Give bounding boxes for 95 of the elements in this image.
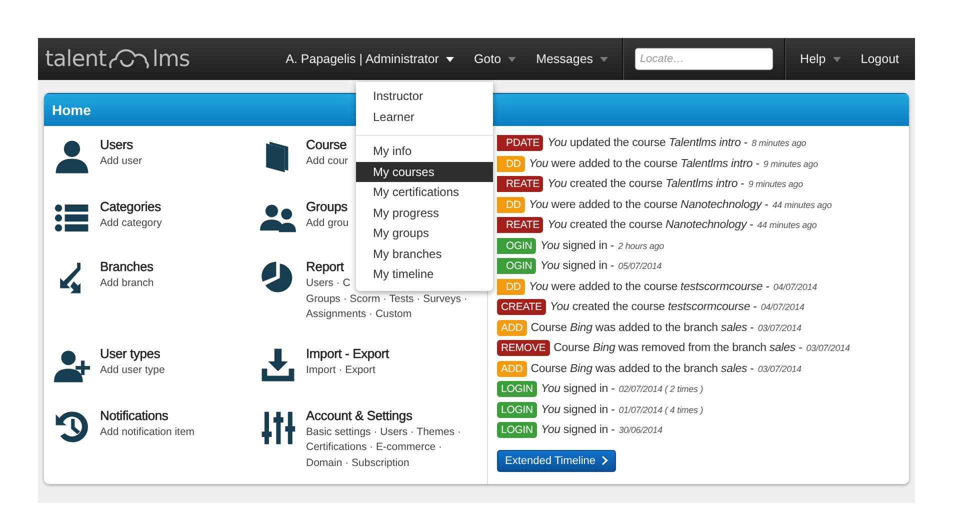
event-badge: REMOVE <box>497 340 550 356</box>
event-time: 04/07/2014 <box>773 282 817 292</box>
event-badge: PDATE <box>497 135 544 152</box>
event-time: 44 minutes ago <box>757 220 817 230</box>
module-title[interactable]: Account & Settings <box>306 406 462 424</box>
module-title[interactable]: Branches <box>100 258 154 276</box>
menu-link[interactable]: Goto <box>464 52 526 66</box>
logout-link[interactable]: Logout <box>850 52 915 66</box>
caret-icon <box>446 56 454 62</box>
event-time: 02/07/2014 ( 2 times ) <box>618 384 704 394</box>
module-links[interactable]: Basic settings · Users · Themes · <box>306 424 462 440</box>
event-text: You signed in - <box>540 260 614 272</box>
caret-icon <box>508 56 516 62</box>
caret-icon <box>832 56 841 62</box>
event-badge: REATE <box>497 176 544 192</box>
event-time: 05/07/2014 <box>618 261 662 272</box>
menu-item[interactable]: My certifications <box>356 182 493 202</box>
module-links[interactable]: Add notification item <box>100 424 195 440</box>
event-badge: ADD <box>497 320 527 336</box>
event-text: Course Bing was added to the branch sales - <box>530 322 754 334</box>
event-text: You created the course Talentlms intro - <box>547 178 744 190</box>
event-text: You were added to the course Talentlms intro - <box>528 158 760 170</box>
event-time: 9 minutes ago <box>748 179 803 190</box>
event-text: Course Bing was added to the branch sales - <box>530 362 754 375</box>
event-badge: DD <box>497 156 525 172</box>
event-time: 30/06/2014 <box>618 425 662 436</box>
event-time: 9 minutes ago <box>763 158 818 169</box>
history-icon <box>54 408 90 444</box>
event-badge: LOGIN <box>497 402 537 418</box>
module-title[interactable]: User types <box>100 344 165 362</box>
event-badge: REATE <box>497 217 544 234</box>
module-title[interactable]: Groups <box>306 198 349 216</box>
module-title[interactable]: Course <box>306 136 348 154</box>
module-links[interactable]: Add category <box>100 216 162 232</box>
event-badge: ADD <box>497 360 527 377</box>
event-time: 03/07/2014 <box>758 364 802 374</box>
event-time: 04/07/2014 <box>760 302 804 312</box>
event-text: You were added to the course Nanotechnology - <box>528 198 768 211</box>
module-links[interactable]: Add branch <box>100 276 154 292</box>
event-badge: DD <box>497 196 525 213</box>
panel-title: Home <box>52 102 91 118</box>
search-field[interactable]: Locate… <box>635 48 774 70</box>
event-badge: CREATE <box>497 299 546 316</box>
person-icon <box>54 138 90 176</box>
event-time: 44 minutes ago <box>772 200 832 210</box>
logo-text: talent <box>45 46 106 72</box>
module-title[interactable]: Import - Export <box>306 344 389 362</box>
menu-item[interactable]: Learner <box>356 106 493 127</box>
event-badge: LOGIN <box>497 422 537 438</box>
menu-item[interactable]: My timeline <box>356 264 493 284</box>
event-badge: OGIN <box>497 258 536 274</box>
module-links[interactable]: Import · Export <box>306 362 389 378</box>
caret-icon <box>600 56 608 62</box>
module-title[interactable]: Users <box>100 136 142 154</box>
module-links[interactable]: Add user type <box>100 362 165 378</box>
event-badge: OGIN <box>497 238 536 254</box>
extended-timeline-button[interactable]: Extended Timeline <box>497 450 616 472</box>
module-links[interactable]: Add grou <box>306 216 349 232</box>
menu-link[interactable]: Messages <box>526 52 618 66</box>
menu-link[interactable]: Help <box>790 52 851 66</box>
module-title[interactable]: Notifications <box>100 406 195 424</box>
module-links[interactable]: Assignments · Custom <box>306 307 468 322</box>
module-title[interactable]: Categories <box>100 198 162 216</box>
event-badge: LOGIN <box>497 381 537 398</box>
module-links[interactable]: Certifications · E-commerce · <box>306 440 462 456</box>
menu-item[interactable]: Instructor <box>356 86 493 106</box>
event-time: 03/07/2014 <box>806 343 850 354</box>
event-text: You signed in - <box>540 240 614 252</box>
event-time: 01/07/2014 ( 4 times ) <box>618 404 704 415</box>
event-time: 03/07/2014 <box>758 322 802 333</box>
menu-item[interactable]: My courses <box>356 162 493 182</box>
event-text: You signed in - <box>540 383 615 396</box>
menu-item[interactable]: My groups <box>356 223 493 244</box>
menu-item[interactable]: My info <box>356 141 493 162</box>
event-text: You created the course Nanotechnology - <box>547 219 754 232</box>
event-text: You signed in - <box>540 424 615 436</box>
event-text: You created the course testscormcourse - <box>550 301 757 314</box>
cloud-icon <box>107 48 152 70</box>
logo-text: lms <box>152 46 190 72</box>
event-time: 8 minutes ago <box>752 138 806 148</box>
event-text: You updated the course Talentlms intro - <box>547 137 748 150</box>
download-icon <box>260 346 296 382</box>
menu-link[interactable]: A. Papagelis | Administrator <box>276 52 464 66</box>
chevron-icon <box>602 456 608 465</box>
menu-item[interactable]: My progress <box>356 202 493 223</box>
event-text: Course Bing was removed from the branch sales - <box>554 342 802 354</box>
module-links[interactable]: Domain · Subscription <box>306 456 462 471</box>
event-time: 2 hours ago <box>618 240 664 251</box>
event-badge: DD <box>497 278 525 295</box>
module-links[interactable]: Add cour <box>306 154 348 170</box>
menu-item[interactable]: My branches <box>356 244 493 264</box>
event-text: You were added to the course testscormcourse - <box>528 280 770 293</box>
event-text: You signed in - <box>540 404 615 416</box>
module-links[interactable]: Groups · Scorm · Tests · Surveys · <box>306 292 468 307</box>
module-links[interactable]: Add user <box>100 154 142 170</box>
